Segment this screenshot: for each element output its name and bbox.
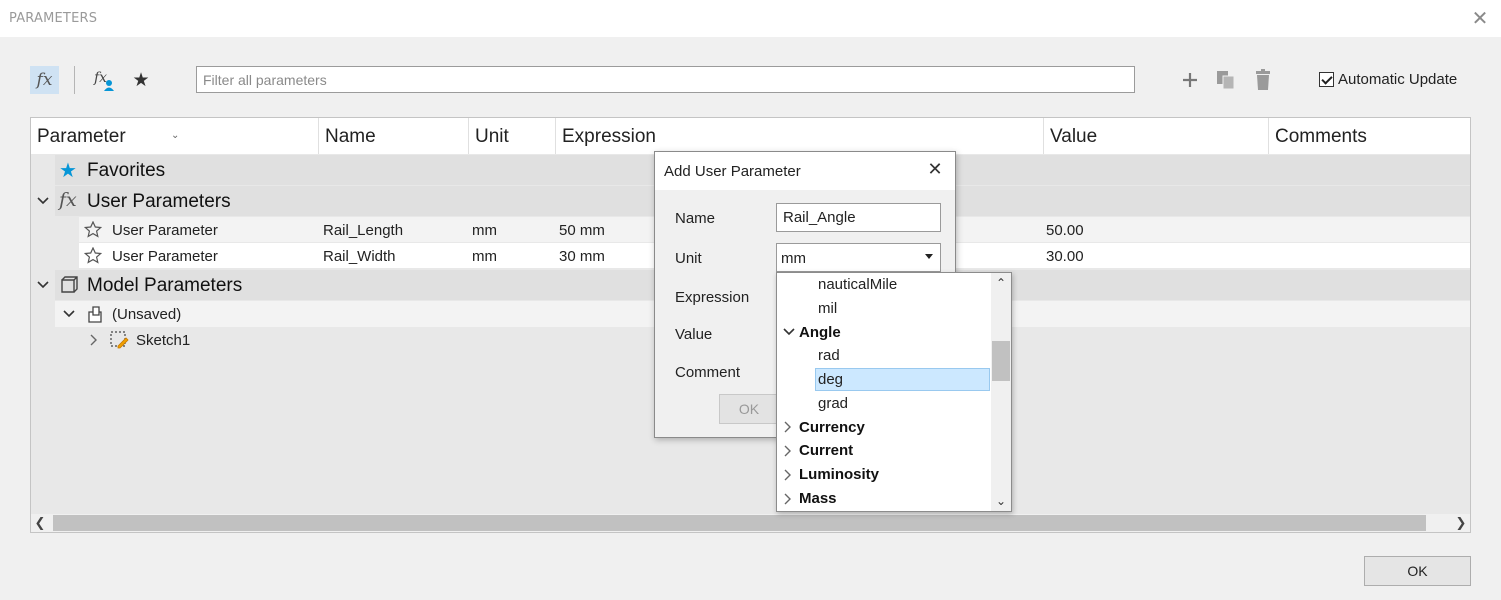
group-label-user-parameters: User Parameters bbox=[87, 191, 231, 212]
scroll-left-icon[interactable]: ❮ bbox=[31, 514, 49, 532]
automatic-update-label: Automatic Update bbox=[1338, 71, 1458, 88]
fx-icon: fx bbox=[36, 70, 53, 90]
sketch-icon bbox=[110, 331, 129, 349]
toolbar-divider bbox=[74, 66, 75, 94]
unit-option-grad[interactable]: grad bbox=[818, 392, 848, 415]
chevron-right-icon[interactable] bbox=[783, 421, 793, 433]
dialog-ok-button[interactable]: OK bbox=[719, 394, 779, 424]
dialog-title: Add User Parameter bbox=[664, 163, 801, 180]
column-header-unit[interactable]: Unit bbox=[469, 118, 556, 154]
user-parameters-filter-button[interactable]: fx bbox=[92, 66, 118, 94]
star-icon: ★ bbox=[132, 69, 150, 91]
scroll-right-icon[interactable]: ❯ bbox=[1452, 514, 1470, 532]
parameter-type: User Parameter bbox=[112, 222, 218, 239]
copy-icon bbox=[1217, 71, 1235, 90]
dialog-close-icon[interactable]: ✕ bbox=[925, 160, 945, 180]
scroll-up-icon[interactable]: ⌃ bbox=[991, 274, 1011, 292]
favorite-star-outline-icon[interactable] bbox=[84, 247, 102, 264]
expression-label: Expression bbox=[675, 289, 750, 306]
parameter-unit[interactable]: mm bbox=[472, 222, 497, 239]
fx-user-icon: fx bbox=[93, 70, 114, 91]
column-header-parameter[interactable]: Parameter ⌄ bbox=[31, 118, 319, 154]
scrollbar-thumb[interactable] bbox=[992, 341, 1010, 381]
dropdown-arrow-icon[interactable] bbox=[925, 254, 933, 259]
unit-label: Unit bbox=[675, 250, 702, 267]
chevron-right-icon[interactable] bbox=[783, 445, 793, 457]
column-header-expression[interactable]: Expression bbox=[556, 118, 1044, 154]
dialog-title-bar: Add User Parameter ✕ bbox=[655, 152, 955, 190]
column-header-comments[interactable]: Comments bbox=[1269, 118, 1470, 154]
unit-dropdown-list[interactable]: nauticalMile mil Angle rad deg grad Curr… bbox=[776, 272, 1012, 512]
chevron-down-icon[interactable] bbox=[37, 196, 49, 206]
component-icon bbox=[88, 306, 102, 323]
delete-parameter-button[interactable] bbox=[1251, 68, 1275, 92]
ok-button[interactable]: OK bbox=[1364, 556, 1471, 586]
favorites-filter-button[interactable]: ★ bbox=[128, 66, 154, 94]
automatic-update-option[interactable]: Automatic Update bbox=[1319, 71, 1457, 88]
fx-icon: fx bbox=[59, 189, 77, 211]
sketch-label: Sketch1 bbox=[136, 332, 191, 349]
name-label: Name bbox=[675, 210, 716, 227]
copy-parameter-button[interactable] bbox=[1214, 68, 1238, 92]
trash-icon bbox=[1256, 69, 1270, 90]
table-header: Parameter ⌄ Name Unit Expression Value Co… bbox=[31, 118, 1470, 154]
parameter-expression[interactable]: 50 mm bbox=[559, 222, 605, 239]
filter-input[interactable] bbox=[196, 66, 1135, 93]
column-header-value[interactable]: Value bbox=[1044, 118, 1269, 154]
name-field[interactable] bbox=[776, 203, 941, 232]
unit-option-nauticalmile[interactable]: nauticalMile bbox=[818, 273, 897, 296]
parameter-expression[interactable]: 30 mm bbox=[559, 248, 605, 265]
sort-caret-icon: ⌄ bbox=[171, 130, 180, 141]
title-bar: PARAMETERS ✕ bbox=[0, 0, 1501, 37]
unit-category-mass[interactable]: Mass bbox=[799, 487, 837, 510]
svg-text:fx: fx bbox=[93, 70, 107, 86]
plus-icon bbox=[1183, 73, 1197, 87]
unit-option-rad[interactable]: rad bbox=[818, 344, 840, 367]
chevron-down-icon[interactable] bbox=[37, 280, 49, 290]
dropdown-vertical-scrollbar[interactable]: ⌃ ⌄ bbox=[991, 273, 1011, 511]
comment-label: Comment bbox=[675, 364, 741, 381]
chevron-down-icon[interactable] bbox=[783, 327, 795, 337]
favorites-star-icon: ★ bbox=[59, 160, 77, 182]
chevron-down-icon[interactable] bbox=[63, 309, 75, 319]
unit-category-luminosity[interactable]: Luminosity bbox=[799, 463, 879, 486]
close-icon[interactable]: ✕ bbox=[1470, 8, 1490, 28]
column-header-name[interactable]: Name bbox=[319, 118, 469, 154]
scroll-down-icon[interactable]: ⌄ bbox=[991, 492, 1011, 510]
scrollbar-thumb[interactable] bbox=[53, 515, 1426, 531]
parameter-value: 30.00 bbox=[1046, 248, 1084, 265]
add-parameter-button[interactable] bbox=[1178, 68, 1202, 92]
parameter-value: 50.00 bbox=[1046, 222, 1084, 239]
parameter-name[interactable]: Rail_Length bbox=[323, 222, 403, 239]
chevron-right-icon[interactable] bbox=[89, 334, 99, 346]
parameter-type: User Parameter bbox=[112, 248, 218, 265]
horizontal-scrollbar[interactable]: ❮ ❯ bbox=[31, 514, 1470, 532]
parameter-unit[interactable]: mm bbox=[472, 248, 497, 265]
automatic-update-checkbox[interactable] bbox=[1319, 72, 1334, 87]
unit-select-value: mm bbox=[781, 250, 806, 267]
chevron-right-icon[interactable] bbox=[783, 469, 793, 481]
value-label: Value bbox=[675, 326, 713, 343]
group-label-model-parameters: Model Parameters bbox=[87, 275, 243, 296]
unit-option-deg[interactable]: deg bbox=[815, 368, 990, 391]
unit-select[interactable]: mm bbox=[776, 243, 941, 272]
window-title: PARAMETERS bbox=[9, 11, 98, 26]
component-label: (Unsaved) bbox=[112, 306, 182, 323]
chevron-right-icon[interactable] bbox=[783, 493, 793, 505]
parameter-name[interactable]: Rail_Width bbox=[323, 248, 396, 265]
unit-category-current[interactable]: Current bbox=[799, 439, 853, 462]
favorite-star-outline-icon[interactable] bbox=[84, 221, 102, 238]
all-parameters-fx-button[interactable]: fx bbox=[30, 66, 59, 94]
model-box-icon bbox=[61, 276, 78, 293]
group-label-favorites: Favorites bbox=[87, 160, 166, 181]
unit-category-angle[interactable]: Angle bbox=[799, 321, 841, 344]
unit-category-currency[interactable]: Currency bbox=[799, 416, 865, 439]
unit-option-mil[interactable]: mil bbox=[818, 297, 837, 320]
